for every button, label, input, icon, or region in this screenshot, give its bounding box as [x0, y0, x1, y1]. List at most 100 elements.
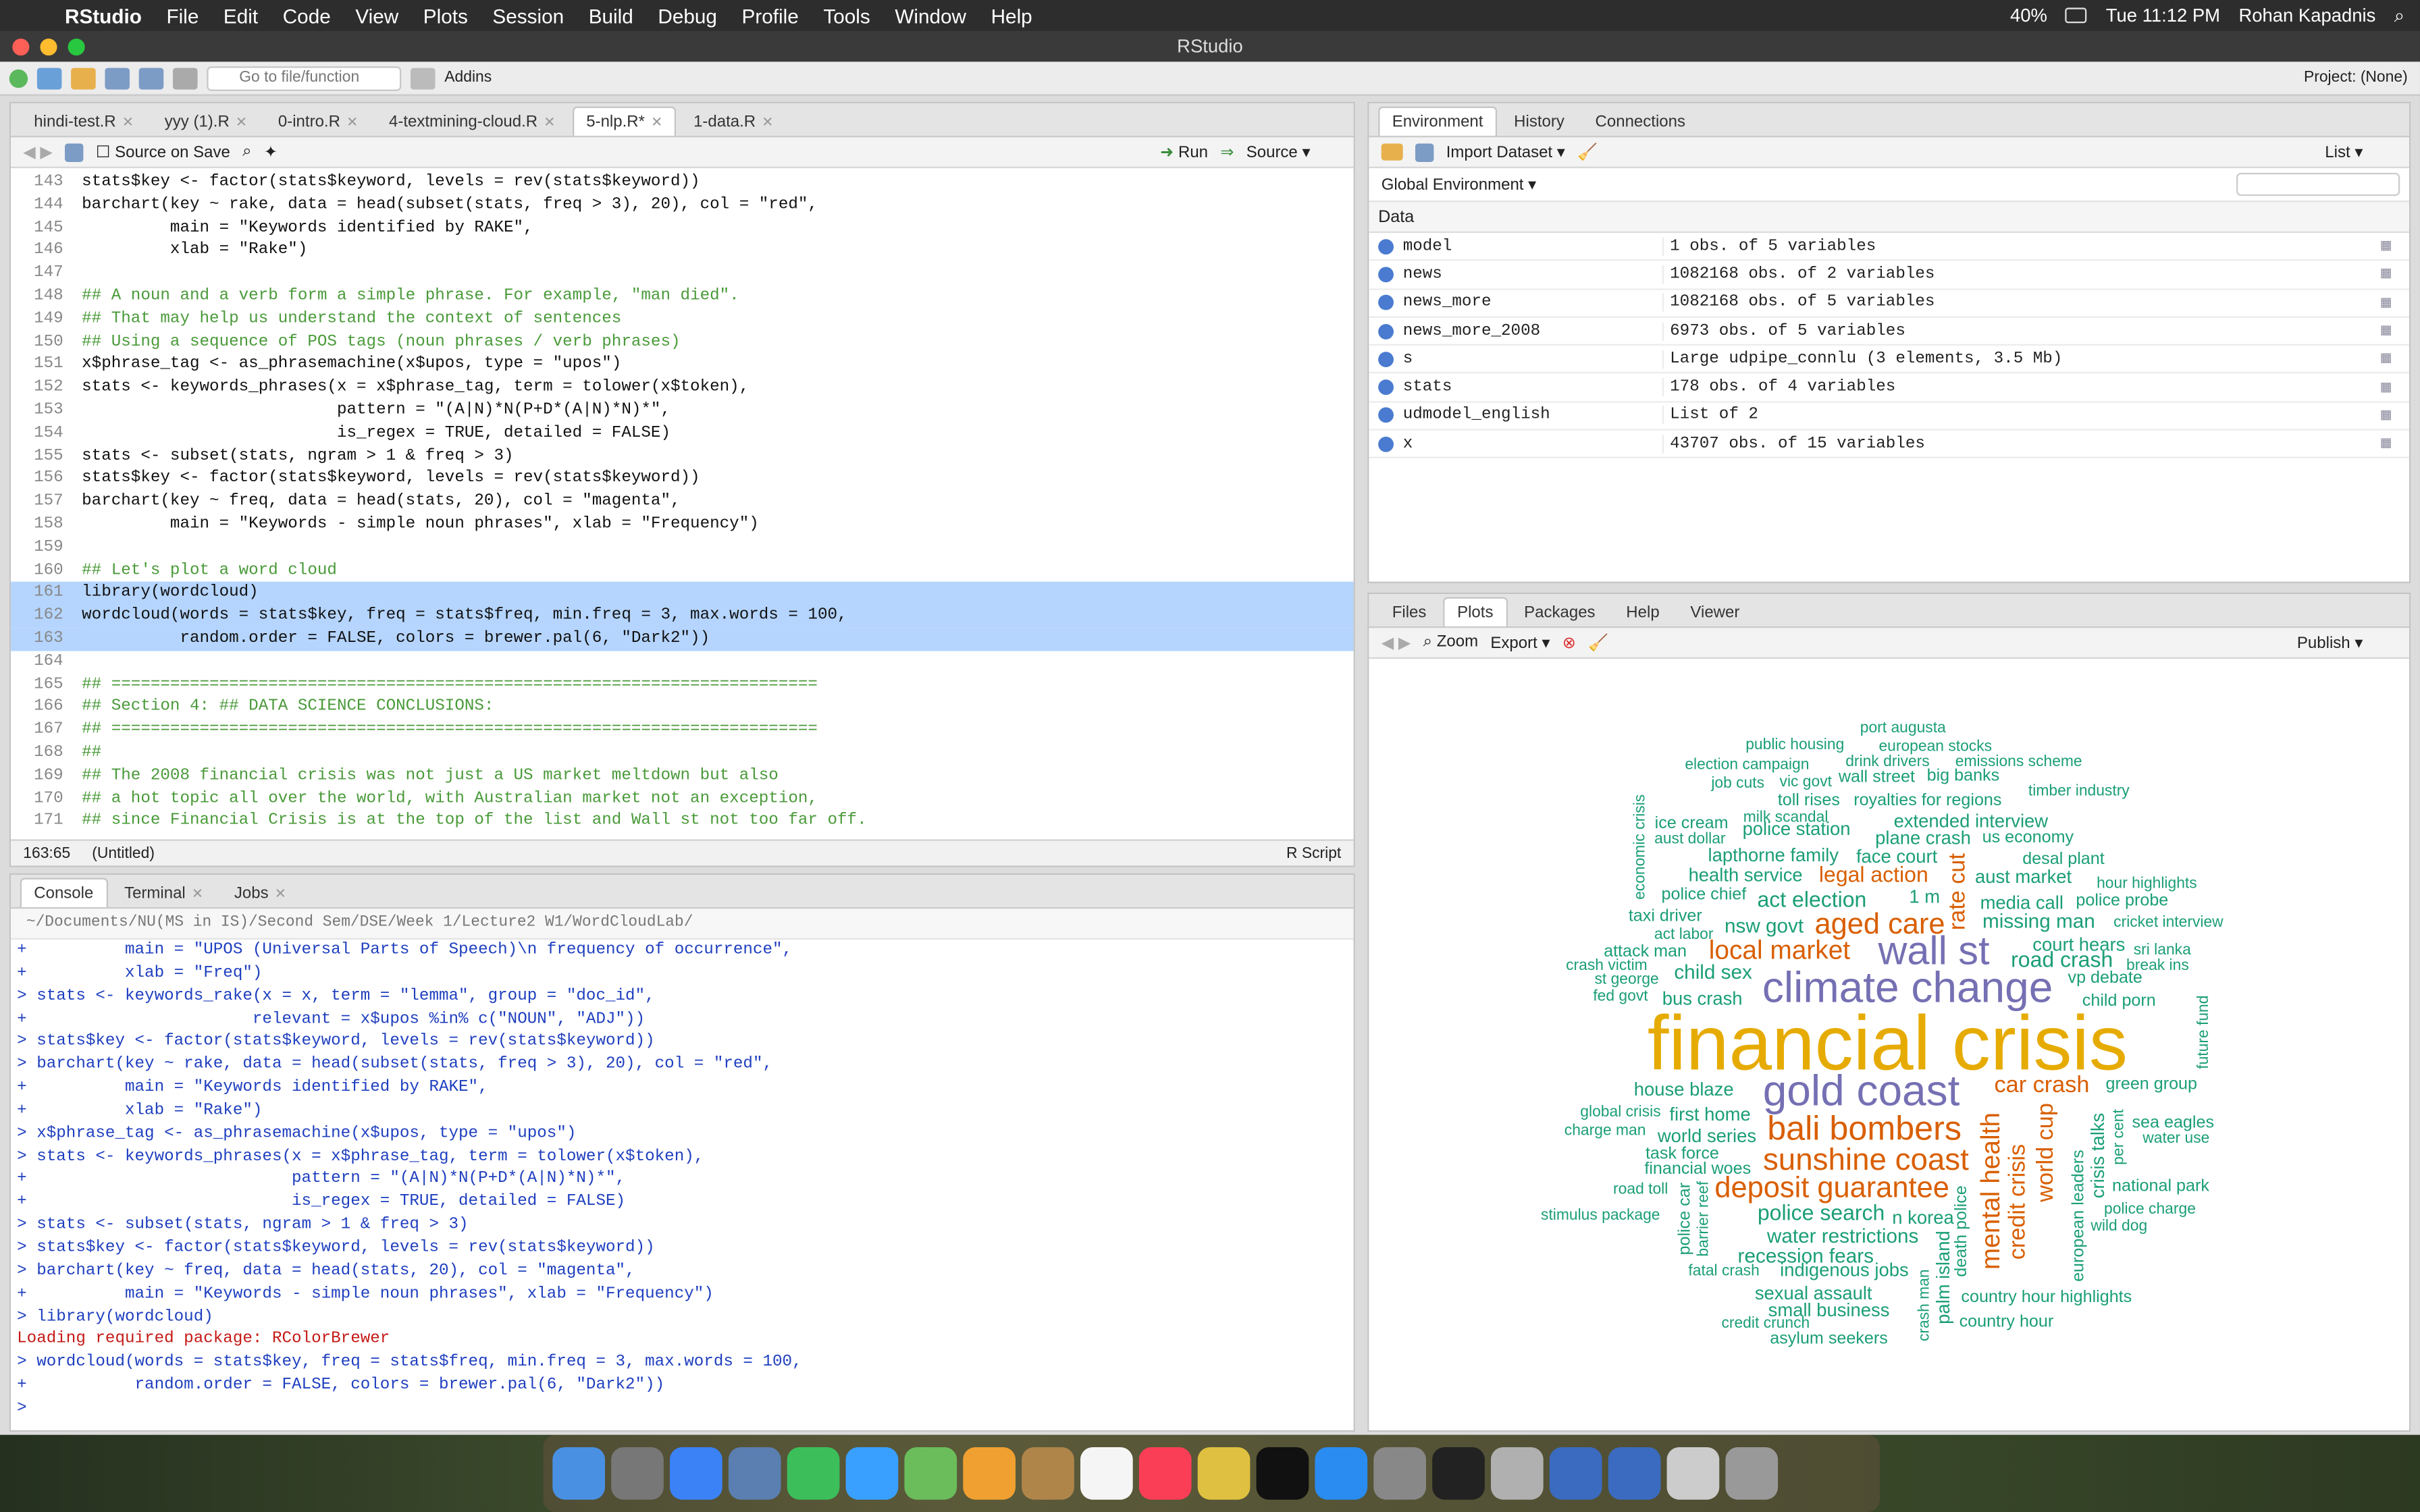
code-line[interactable]: 169 ## The 2008 financial crisis was not … [11, 765, 1354, 788]
env-row[interactable]: news_more 1082168 obs. of 5 variables ▦ [1369, 290, 2409, 318]
remove-plot-icon[interactable]: ⊗ [1562, 633, 1576, 651]
close-tab-icon[interactable]: ✕ [346, 114, 358, 130]
close-tab-icon[interactable]: ✕ [275, 886, 286, 901]
zoom-window-button[interactable] [68, 38, 85, 56]
expand-icon[interactable] [1378, 408, 1394, 424]
view-data-icon[interactable]: ▦ [2363, 406, 2409, 425]
code-line[interactable]: 152 stats <- keywords_phrases(x = x$phras… [11, 377, 1354, 400]
code-line[interactable]: 161 library(wordcloud) [10, 582, 1354, 605]
env-row[interactable]: news 1082168 obs. of 2 variables ▦ [1369, 261, 2409, 290]
save-file-icon[interactable] [65, 142, 84, 161]
close-tab-icon[interactable]: ✕ [236, 114, 247, 130]
publish-button[interactable]: Publish ▾ [2297, 633, 2409, 651]
code-line[interactable]: 165 ## ==================================… [11, 674, 1354, 697]
dock-app-icon[interactable] [963, 1447, 1016, 1500]
tab-4[interactable]: Viewer [1677, 597, 1754, 626]
zoom-button[interactable]: ⌕ Zoom [1423, 632, 1478, 653]
code-line[interactable]: 151 x$phrase_tag <- as_phrasemachine(x$up… [11, 354, 1354, 377]
tab-5[interactable]: 1-data.R ✕ [679, 107, 787, 136]
view-data-icon[interactable]: ▦ [2363, 321, 2409, 341]
source-button[interactable]: Source ▾ [1246, 142, 1354, 161]
dock-app-icon[interactable] [845, 1447, 899, 1500]
code-line[interactable]: 145 main = "Keywords identified by RAKE"… [11, 217, 1354, 240]
code-line[interactable]: 166 ## Section 4: ## DATA SCIENCE CONCLUS… [11, 697, 1354, 720]
clock[interactable]: Tue 11:12 PM [2106, 5, 2220, 26]
user-name[interactable]: Rohan Kapadnis [2238, 5, 2375, 26]
dock-app-icon[interactable] [1608, 1447, 1661, 1500]
menu-debug[interactable]: Debug [646, 4, 729, 27]
view-data-icon[interactable]: ▦ [2363, 434, 2409, 454]
code-line[interactable]: 168 ## [11, 742, 1354, 765]
menu-help[interactable]: Help [978, 4, 1045, 27]
menu-tools[interactable]: Tools [811, 4, 883, 27]
menu-session[interactable]: Session [480, 4, 576, 27]
import-dataset-button[interactable]: Import Dataset ▾ [1446, 142, 1565, 161]
dock-app-icon[interactable] [1725, 1447, 1779, 1500]
menu-edit[interactable]: Edit [211, 4, 271, 27]
tab-2[interactable]: Jobs ✕ [220, 878, 300, 907]
dock-app-icon[interactable] [669, 1447, 722, 1500]
dock-app-icon[interactable] [1315, 1447, 1368, 1500]
expand-icon[interactable] [1378, 351, 1394, 367]
new-file-icon[interactable] [9, 68, 28, 88]
print-icon[interactable] [172, 67, 198, 89]
code-line[interactable]: 164 [11, 651, 1354, 674]
tab-1[interactable]: Terminal ✕ [110, 878, 217, 907]
tab-1[interactable]: Plots [1443, 597, 1508, 626]
battery-percent[interactable]: 40% [2010, 5, 2047, 26]
code-line[interactable]: 147 [11, 263, 1354, 286]
tab-0[interactable]: Environment [1378, 106, 1498, 136]
code-line[interactable]: 143 stats$key <- factor(stats$keyword, le… [11, 171, 1354, 194]
save-workspace-icon[interactable] [1415, 142, 1434, 161]
dock-app-icon[interactable] [1256, 1447, 1309, 1500]
env-row[interactable]: news_more_2008 6973 obs. of 5 variables ▦ [1369, 318, 2409, 346]
expand-icon[interactable] [1378, 379, 1394, 396]
dock-app-icon[interactable] [1022, 1447, 1074, 1500]
code-line[interactable]: 170 ## a hot topic all over the world, wi… [11, 788, 1354, 811]
tab-0[interactable]: Console [20, 878, 107, 907]
tab-1[interactable]: yyy (1).R ✕ [151, 107, 261, 136]
close-tab-icon[interactable]: ✕ [762, 114, 773, 130]
menu-code[interactable]: Code [270, 4, 343, 27]
tab-0[interactable]: Files [1378, 597, 1440, 626]
list-view-menu[interactable]: List ▾ [2325, 142, 2409, 161]
dock-app-icon[interactable] [1666, 1447, 1720, 1500]
code-line[interactable]: 171 ## since Financial Crisis is at the t… [11, 811, 1354, 834]
scope-selector[interactable]: (Untitled) [92, 844, 155, 861]
source-on-save-checkbox[interactable]: ☐ Source on Save [96, 142, 230, 161]
code-line[interactable]: 167 ## ==================================… [11, 719, 1354, 742]
project-menu[interactable]: Project: (None) [2304, 70, 2420, 86]
code-line[interactable]: 155 stats <- subset(stats, ngram > 1 & fr… [11, 446, 1354, 468]
broom-icon[interactable]: 🧹 [1577, 142, 1598, 162]
close-tab-icon[interactable]: ✕ [651, 114, 662, 130]
code-line[interactable]: 144 barchart(key ~ rake, data = head(subs… [11, 194, 1354, 217]
dock-app-icon[interactable] [904, 1447, 957, 1500]
search-icon[interactable]: ⌕ [242, 142, 251, 162]
expand-icon[interactable] [1378, 323, 1394, 339]
expand-icon[interactable] [1378, 238, 1394, 254]
env-row[interactable]: stats 178 obs. of 4 variables ▦ [1369, 374, 2409, 403]
code-line[interactable]: 162 wordcloud(words = stats$key, freq = s… [10, 605, 1354, 628]
save-all-icon[interactable] [138, 67, 164, 89]
dock-app-icon[interactable] [728, 1447, 781, 1500]
expand-icon[interactable] [1378, 267, 1394, 283]
tab-3[interactable]: Help [1612, 597, 1674, 626]
dock-app-icon[interactable] [1138, 1447, 1192, 1500]
code-line[interactable]: 150 ## Using a sequence of POS tags (noun… [11, 331, 1354, 354]
addins-menu[interactable]: Addins [444, 70, 492, 86]
dock-app-icon[interactable] [787, 1447, 840, 1500]
save-icon[interactable] [105, 67, 130, 89]
view-data-icon[interactable]: ▦ [2363, 293, 2409, 313]
code-line[interactable]: 149 ## That may help us understand the co… [11, 308, 1354, 331]
code-line[interactable]: 153 pattern = "(A|N)*N(P+D*(A|N)*N)*", [11, 400, 1354, 423]
console-output[interactable]: + main = "UPOS (Universal Parts of Speec… [11, 940, 1354, 1430]
expand-icon[interactable] [1378, 436, 1394, 452]
close-tab-icon[interactable]: ✕ [122, 114, 134, 130]
load-workspace-icon[interactable] [1381, 143, 1403, 161]
code-line[interactable]: 154 is_regex = TRUE, detailed = FALSE) [11, 423, 1354, 446]
menu-file[interactable]: File [154, 4, 211, 27]
dock-app-icon[interactable] [1432, 1447, 1485, 1500]
view-data-icon[interactable]: ▦ [2363, 349, 2409, 369]
run-button[interactable]: ➜ Run [1160, 142, 1208, 161]
code-line[interactable]: 159 [11, 537, 1354, 560]
